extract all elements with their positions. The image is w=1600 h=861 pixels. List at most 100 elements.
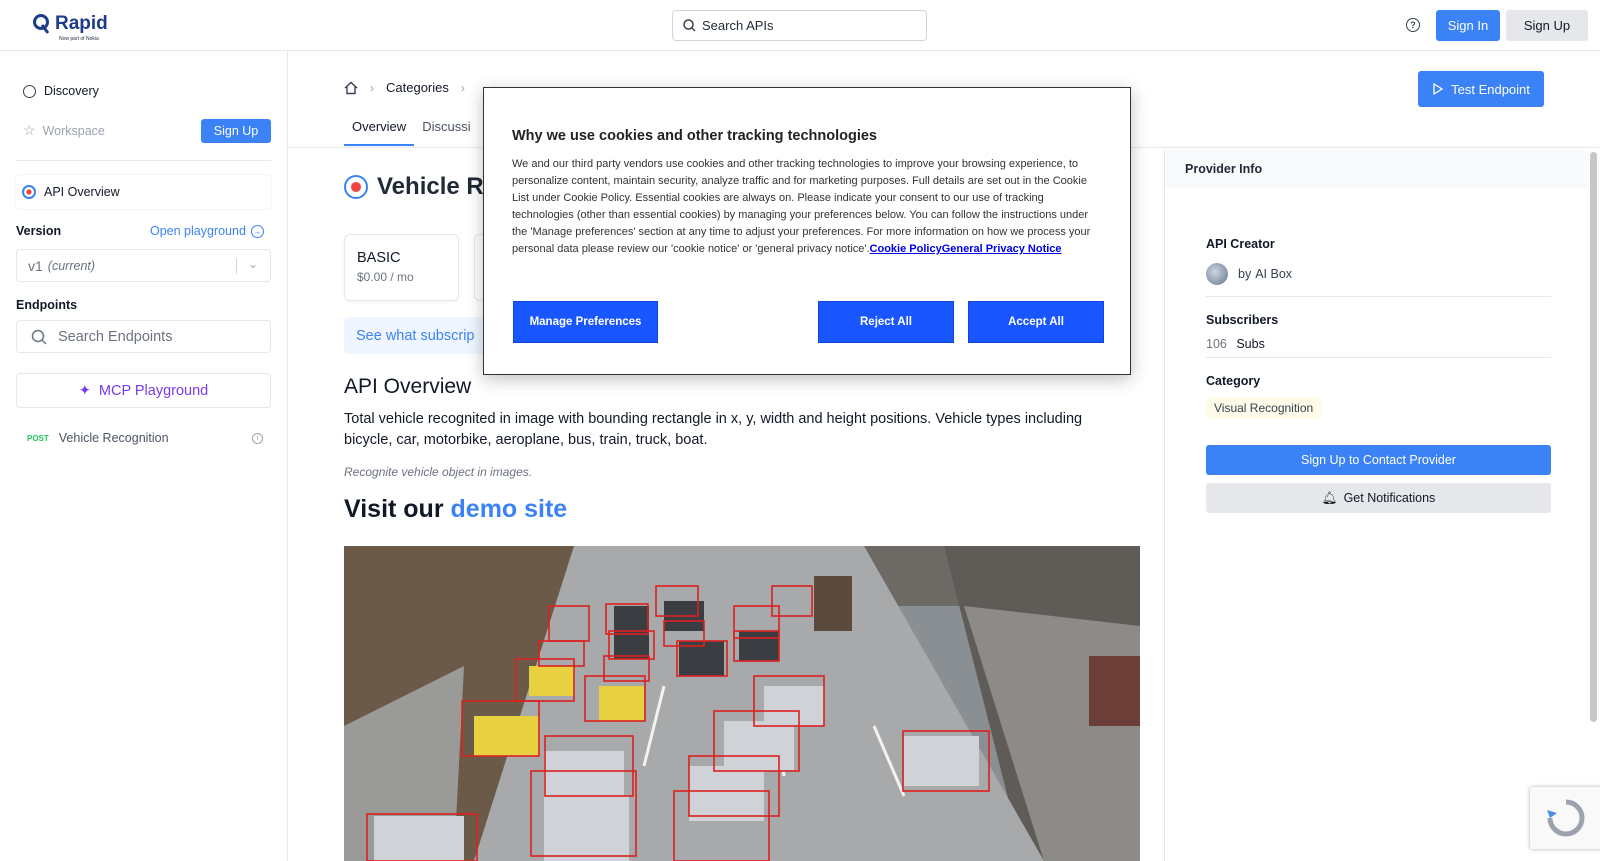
- subscribers-unit: Subs: [1236, 337, 1265, 351]
- logo-subtitle: Now part of Nokia: [59, 36, 99, 42]
- plan-card-basic[interactable]: BASIC $0.00 / mo: [344, 234, 459, 301]
- api-short-description: Recognite vehicle object in images.: [344, 465, 533, 479]
- chevron-right-icon: ›: [370, 80, 374, 95]
- recaptcha-icon: [1547, 799, 1585, 837]
- endpoint-item-vehicle-recognition[interactable]: POST Vehicle Recognition i: [27, 431, 263, 445]
- rapid-logo-icon: [33, 14, 50, 34]
- chevron-right-icon: ›: [460, 80, 465, 95]
- contact-provider-button[interactable]: Sign Up to Contact Provider: [1206, 445, 1551, 475]
- tab-bar: Overview Discussi: [344, 111, 479, 146]
- plan-price: $0.00 / mo: [357, 270, 414, 284]
- vehicle-detection-demo-image: [344, 546, 1140, 861]
- top-header: Rapid Now part of Nokia Search APIs ? Si…: [0, 0, 1600, 51]
- get-notifications-label: Get Notifications: [1343, 491, 1436, 505]
- api-description: Total vehicle recognited in image with b…: [344, 411, 1083, 448]
- subscribers-count: 106 Subs: [1206, 337, 1265, 351]
- sidebar-item-discovery[interactable]: Discovery: [23, 84, 99, 98]
- provider-info-panel: Provider Info API Creator by AI Box Subs…: [1164, 150, 1589, 861]
- divider: [16, 160, 271, 161]
- bell-icon: 🔔︎: [1321, 490, 1338, 505]
- divider: [1206, 357, 1551, 358]
- logo-text: Rapid: [55, 13, 108, 34]
- creator-name: AI Box: [1255, 267, 1293, 281]
- subscribers-label: Subscribers: [1206, 313, 1279, 327]
- plan-name: BASIC: [357, 250, 401, 266]
- sidebar: Discovery ☆ Workspace Sign Up API Overvi…: [0, 51, 288, 861]
- sidebar-item-workspace[interactable]: ☆ Workspace: [23, 122, 105, 139]
- recaptcha-badge[interactable]: [1530, 787, 1600, 849]
- api-logo-icon: [22, 185, 36, 199]
- scrollbar[interactable]: [1590, 152, 1597, 722]
- rapid-logo[interactable]: Rapid Now part of Nokia: [33, 13, 108, 42]
- help-circle-icon[interactable]: ?: [1406, 18, 1420, 32]
- api-logo-icon: [344, 175, 368, 199]
- play-icon: [1433, 83, 1444, 95]
- endpoints-label: Endpoints: [16, 298, 78, 312]
- sparkle-icon: ✦: [78, 382, 91, 399]
- subscription-info-banner[interactable]: See what subscrip: [344, 317, 504, 354]
- chevron-down-icon: ⌄: [247, 257, 258, 271]
- home-icon[interactable]: [344, 81, 358, 95]
- star-icon: ☆: [23, 122, 36, 138]
- api-creator-label: API Creator: [1206, 237, 1275, 251]
- arrow-right-circle-icon: →: [250, 224, 264, 238]
- avatar: [1206, 263, 1228, 285]
- tab-overview[interactable]: Overview: [344, 111, 415, 146]
- reject-all-button[interactable]: Reject All: [818, 301, 954, 343]
- tab-discussions[interactable]: Discussi: [414, 111, 478, 146]
- cookie-policy-link[interactable]: Cookie Policy: [870, 243, 942, 255]
- category-badge[interactable]: Visual Recognition: [1206, 397, 1322, 419]
- page-title: Vehicle Re: [377, 173, 498, 200]
- accept-all-button[interactable]: Accept All: [968, 301, 1104, 343]
- version-label: Version: [16, 224, 62, 238]
- version-select[interactable]: v1 (current) ⌄: [16, 249, 271, 282]
- demo-image: [344, 546, 1140, 861]
- category-label: Category: [1206, 374, 1261, 388]
- info-icon[interactable]: i: [252, 432, 263, 444]
- sidebar-sign-up-button[interactable]: Sign Up: [201, 119, 271, 143]
- cookie-dialog-title: Why we use cookies and other tracking te…: [512, 128, 877, 144]
- divider: [236, 258, 237, 274]
- method-badge: POST: [27, 433, 49, 443]
- breadcrumb-categories[interactable]: Categories: [386, 80, 449, 95]
- demo-site-link[interactable]: demo site: [451, 495, 568, 523]
- get-notifications-button[interactable]: 🔔︎ Get Notifications: [1206, 483, 1551, 513]
- cookie-body-text: We and our third party vendors use cooki…: [512, 158, 1091, 255]
- sign-up-button[interactable]: Sign Up: [1506, 10, 1588, 41]
- sign-in-button[interactable]: Sign In: [1436, 10, 1500, 41]
- mcp-playground-button[interactable]: ✦ MCP Playground: [16, 373, 271, 408]
- demo-heading: Visit our demo site: [344, 495, 567, 524]
- test-endpoint-label: Test Endpoint: [1451, 81, 1530, 97]
- sidebar-item-label: Discovery: [44, 84, 99, 98]
- test-endpoint-button[interactable]: Test Endpoint: [1418, 71, 1544, 107]
- breadcrumb: › Categories ›: [344, 80, 477, 95]
- api-overview-heading: API Overview: [344, 375, 472, 398]
- demo-prefix: Visit our: [344, 495, 451, 523]
- provider-info-header: Provider Info: [1165, 150, 1589, 188]
- subscribers-number: 106: [1206, 337, 1227, 351]
- open-playground-label: Open playground: [150, 224, 246, 238]
- api-title-row: Vehicle Re: [344, 173, 497, 201]
- search-icon: [683, 19, 696, 32]
- search-placeholder: Search APIs: [702, 18, 774, 33]
- cookie-dialog-body: We and our third party vendors use cooki…: [512, 156, 1104, 258]
- cookie-consent-dialog: Why we use cookies and other tracking te…: [483, 87, 1131, 375]
- search-apis-input[interactable]: Search APIs: [672, 10, 927, 41]
- search-endpoints-input[interactable]: Search Endpoints: [16, 320, 271, 353]
- version-value: v1: [28, 257, 43, 274]
- open-playground-link[interactable]: Open playground →: [150, 224, 264, 238]
- divider: [1206, 296, 1551, 297]
- endpoint-name: Vehicle Recognition: [58, 431, 169, 445]
- sidebar-item-label: Workspace: [42, 123, 105, 138]
- sidebar-item-label: API Overview: [44, 185, 120, 199]
- privacy-notice-link[interactable]: General Privacy Notice: [942, 243, 1062, 255]
- api-creator[interactable]: by AI Box: [1206, 263, 1292, 285]
- search-icon: [31, 329, 47, 345]
- creator-by: by: [1238, 267, 1252, 281]
- version-note: (current): [47, 258, 96, 273]
- compass-icon: [23, 84, 36, 98]
- sidebar-item-api-overview[interactable]: API Overview: [16, 175, 271, 209]
- manage-preferences-button[interactable]: Manage Preferences: [513, 301, 658, 343]
- mcp-playground-label: MCP Playground: [98, 382, 209, 399]
- search-endpoints-placeholder: Search Endpoints: [58, 328, 173, 345]
